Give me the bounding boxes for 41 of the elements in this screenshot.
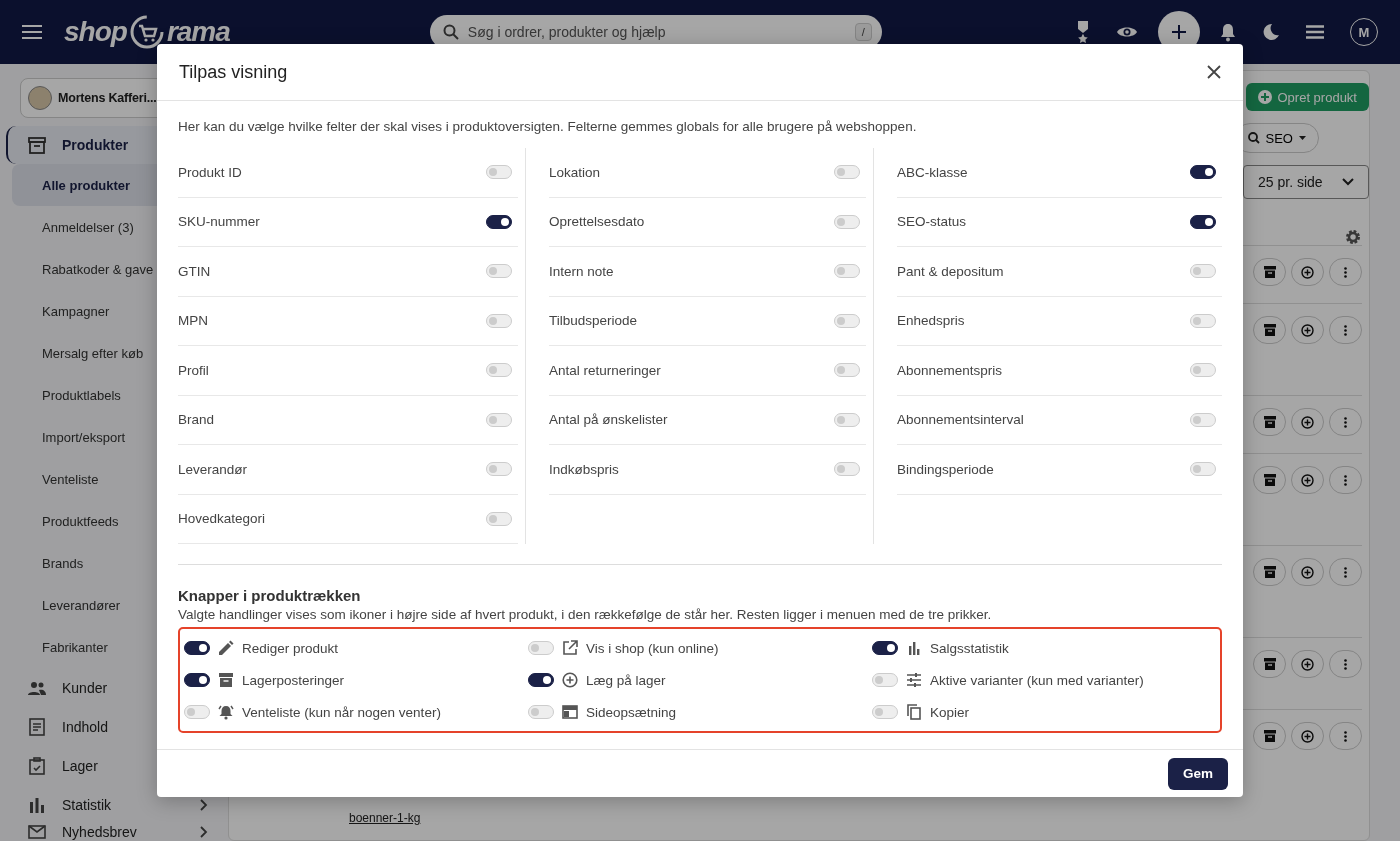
field-label: Tilbudsperiode bbox=[549, 313, 638, 329]
action-label: Venteliste (kun når nogen venter) bbox=[242, 704, 441, 720]
field-label: Antal på ønskelister bbox=[549, 412, 668, 428]
field-label: Bindingsperiode bbox=[897, 461, 994, 477]
field-label: Brand bbox=[178, 412, 215, 428]
field-label: Lokation bbox=[549, 164, 601, 180]
section-title: Knapper i produktrækken bbox=[178, 587, 362, 604]
action-label: Sideopsætning bbox=[586, 704, 677, 720]
field-label: Intern note bbox=[549, 263, 614, 279]
field-label: Leverandør bbox=[178, 461, 248, 477]
action-label: Kopier bbox=[930, 704, 970, 720]
nav-label: Lager bbox=[62, 757, 98, 774]
field-label: SEO-status bbox=[897, 214, 967, 230]
field-label: SKU-nummer bbox=[178, 214, 260, 230]
field-label: Hovedkategori bbox=[178, 511, 266, 527]
section-description: Valgte handlinger vises som ikoner i højre side af hvert produkt, i den rækkefølge de står her. Resten ligger i menuen med de tre prikker. bbox=[178, 607, 993, 622]
action-label: Lagerposteringer bbox=[242, 672, 345, 688]
nav-label: Indhold bbox=[62, 718, 108, 735]
action-label: Læg på lager bbox=[586, 672, 666, 688]
field-label: Profil bbox=[178, 362, 209, 378]
action-label: Vis i shop (kun online) bbox=[586, 640, 719, 656]
field-label: Oprettelsesdato bbox=[549, 214, 645, 230]
nav-label: Produkter bbox=[62, 137, 129, 153]
logo-text: shop bbox=[64, 16, 127, 48]
field-label: Abonnementspris bbox=[897, 362, 1003, 378]
store-name: Mortens Kafferi... bbox=[58, 91, 157, 105]
nav-label: Nyhedsbrev bbox=[62, 824, 137, 840]
action-label: Salgsstatistik bbox=[930, 640, 1009, 656]
field-label: Abonnementsinterval bbox=[897, 412, 1024, 428]
logo-text: rama bbox=[166, 16, 230, 48]
field-label: Pant & depositum bbox=[897, 263, 1004, 279]
action-label: Aktive varianter (kun med varianter) bbox=[930, 672, 1144, 688]
nav-label: Kunder bbox=[62, 679, 108, 696]
field-label: GTIN bbox=[178, 263, 211, 279]
field-label: Antal returneringer bbox=[549, 362, 661, 378]
field-label: Enhedspris bbox=[897, 313, 965, 329]
nav-label: Statistik bbox=[62, 796, 111, 813]
action-label: Rediger produkt bbox=[242, 640, 339, 656]
field-label: Indkøbspris bbox=[549, 461, 619, 477]
field-label: MPN bbox=[178, 313, 208, 329]
field-label: ABC-klasse bbox=[897, 164, 968, 180]
